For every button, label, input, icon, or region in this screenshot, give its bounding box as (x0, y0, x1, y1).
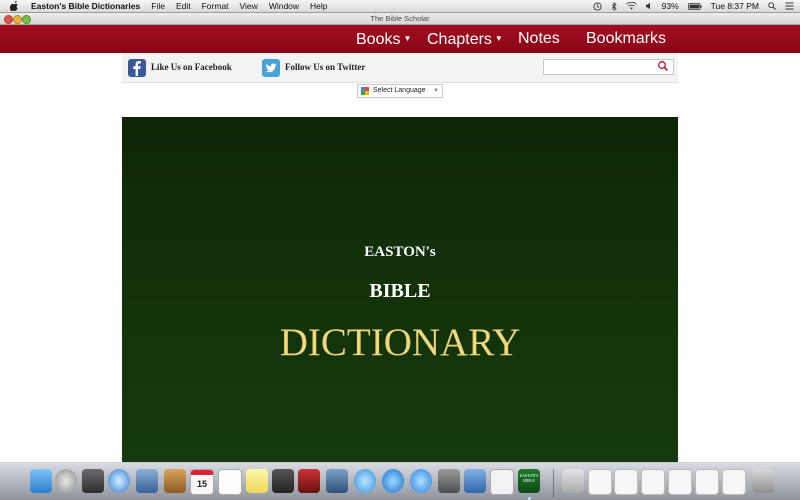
messages-icon[interactable] (354, 469, 376, 493)
iphoto-icon[interactable] (326, 469, 348, 493)
nav-chapters-label: Chapters (427, 31, 492, 48)
eastons-bible-app-icon[interactable]: EASTON'S BIBLE (518, 469, 540, 493)
banner-bible: BIBLE (369, 280, 431, 302)
notes-icon[interactable] (246, 469, 268, 493)
spotlight-icon[interactable] (768, 0, 776, 12)
textedit-icon[interactable] (490, 469, 514, 495)
itunes-icon[interactable] (382, 469, 404, 493)
banner-eastons: EASTON's (364, 244, 436, 260)
chevron-down-icon: ▼ (403, 34, 412, 43)
document-stack-icon[interactable] (695, 469, 719, 495)
reminders-icon[interactable] (218, 469, 242, 495)
chevron-down-icon: ▼ (494, 34, 503, 43)
notification-center-icon[interactable] (785, 0, 794, 12)
nav-chapters[interactable]: Chapters ▼ (427, 25, 503, 53)
mission-control-icon[interactable] (82, 469, 104, 493)
safari-icon[interactable] (108, 469, 130, 493)
nav-bookmarks[interactable]: Bookmarks (586, 25, 666, 53)
document-stack-icon[interactable] (722, 469, 746, 495)
wifi-icon[interactable] (625, 0, 637, 12)
document-stack-icon[interactable] (668, 469, 692, 495)
language-select[interactable]: Select Language ▼ (357, 84, 443, 98)
contacts-icon[interactable] (164, 469, 186, 493)
window-title: The Bible Scholar (370, 14, 430, 23)
menu-view[interactable]: View (240, 1, 258, 11)
battery-percent: 93% (661, 1, 679, 11)
menu-app-name[interactable]: Easton's Bible Dictionaries (31, 1, 140, 11)
nav-books-label: Books (356, 31, 401, 48)
volume-icon[interactable] (645, 0, 653, 12)
finder-icon[interactable] (30, 469, 52, 493)
search-icon[interactable] (657, 59, 669, 71)
calendar-day: 15 (196, 479, 207, 489)
window-titlebar[interactable]: The Bible Scholar (0, 13, 800, 25)
banner-dictionary: DICTIONARY (279, 321, 521, 364)
menu-format[interactable]: Format (202, 1, 229, 11)
status-area: 93% Tue 8:37 PM (593, 0, 794, 12)
app-store-icon[interactable] (410, 469, 432, 493)
menu-window[interactable]: Window (269, 1, 299, 11)
photo-booth-icon[interactable] (298, 469, 320, 493)
site-navbar: Books ▼ Chapters ▼ Notes Bookmarks (0, 25, 800, 53)
menubar: Easton's Bible Dictionaries File Edit Fo… (0, 0, 800, 13)
document-stack-icon[interactable] (588, 469, 612, 495)
mail-icon[interactable] (136, 469, 158, 493)
battery-icon[interactable] (687, 0, 702, 12)
menu-file[interactable]: File (151, 1, 165, 11)
dictionary-banner: EASTON's BIBLE DICTIONARY (122, 117, 678, 463)
trash-icon[interactable] (752, 469, 774, 493)
dock: 15 EASTON'S BIBLE (0, 462, 800, 500)
nav-books[interactable]: Books ▼ (356, 25, 411, 53)
xcode-icon[interactable] (464, 469, 486, 493)
menu-help[interactable]: Help (310, 1, 327, 11)
time-machine-icon[interactable] (593, 0, 602, 12)
clock[interactable]: Tue 8:37 PM (711, 1, 759, 11)
downloads-stack-icon[interactable] (562, 469, 584, 493)
facebook-icon[interactable] (128, 59, 146, 77)
dock-separator (553, 469, 554, 497)
apple-menu-icon[interactable] (10, 1, 19, 11)
launchpad-icon[interactable] (55, 469, 77, 493)
screen: Easton's Bible Dictionaries File Edit Fo… (0, 0, 800, 500)
bluetooth-icon[interactable] (611, 0, 617, 12)
eastons-bible-app-label: EASTON'S BIBLE (519, 473, 539, 483)
document-stack-icon[interactable] (641, 469, 665, 495)
facetime-icon[interactable] (272, 469, 294, 493)
calendar-icon[interactable]: 15 (190, 469, 214, 495)
language-select-label: Select Language (373, 87, 426, 94)
social-strip: Like Us on Facebook Follow Us on Twitter (122, 53, 678, 83)
twitter-icon[interactable] (262, 59, 280, 77)
twitter-link[interactable]: Follow Us on Twitter (285, 62, 365, 72)
nav-notes[interactable]: Notes (518, 25, 560, 53)
system-preferences-icon[interactable] (438, 469, 460, 493)
google-translate-icon (361, 87, 369, 95)
facebook-link[interactable]: Like Us on Facebook (151, 62, 232, 72)
document-stack-icon[interactable] (614, 469, 638, 495)
menu-edit[interactable]: Edit (176, 1, 191, 11)
dropdown-arrow-icon: ▼ (433, 88, 439, 94)
search-input[interactable] (543, 59, 674, 75)
